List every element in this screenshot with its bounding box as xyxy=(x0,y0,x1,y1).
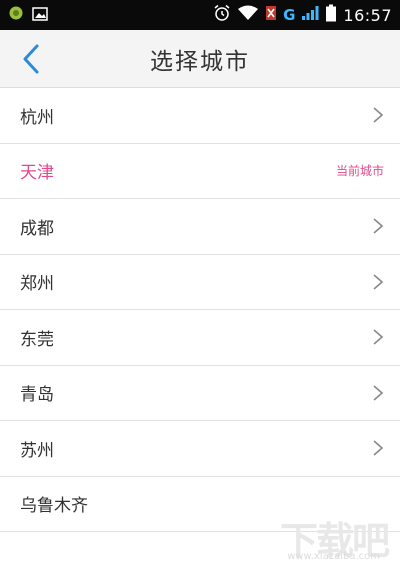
clock: 16:57 xyxy=(343,5,392,25)
city-item-qingdao[interactable]: 青岛 xyxy=(0,365,400,421)
city-item-tianjin[interactable]: 天津 当前城市 xyxy=(0,143,400,199)
chevron-right-icon xyxy=(373,218,384,234)
no-sim-icon xyxy=(265,5,277,25)
city-name: 成都 xyxy=(20,218,54,239)
city-item-suzhou[interactable]: 苏州 xyxy=(0,421,400,477)
city-name: 杭州 xyxy=(20,107,54,128)
app-circle-icon xyxy=(8,5,24,25)
wifi-icon xyxy=(237,5,259,25)
city-item-dongguan[interactable]: 东莞 xyxy=(0,310,400,366)
chevron-right-icon xyxy=(373,274,384,290)
alarm-icon xyxy=(213,4,231,26)
city-item-zhengzhou[interactable]: 郑州 xyxy=(0,254,400,310)
page-title: 选择城市 xyxy=(150,48,250,75)
chevron-right-icon xyxy=(373,329,384,345)
city-item-hangzhou[interactable]: 杭州 xyxy=(0,88,400,144)
chevron-right-icon xyxy=(373,440,384,456)
current-city-badge: 当前城市 xyxy=(335,164,384,179)
watermark-url: www.xiazaiba.com xyxy=(287,551,380,562)
watermark-logo: 下载吧 www.xiazaiba.com xyxy=(280,522,390,562)
city-name: 苏州 xyxy=(20,440,54,461)
city-name: 青岛 xyxy=(20,385,54,406)
city-list: 杭州 天津 当前城市 成都 郑州 东莞 青岛 苏州 乌鲁木齐 xyxy=(0,88,400,532)
chevron-left-icon xyxy=(23,44,39,74)
city-name: 天津 xyxy=(20,163,54,184)
title-bar: 选择城市 xyxy=(0,30,400,88)
signal-icon xyxy=(301,5,319,25)
gallery-icon xyxy=(32,6,48,25)
city-name: 东莞 xyxy=(20,329,54,350)
city-item-chengdu[interactable]: 成都 xyxy=(0,199,400,255)
city-name: 郑州 xyxy=(20,274,54,295)
back-button[interactable] xyxy=(14,42,48,76)
chevron-right-icon xyxy=(373,107,384,123)
battery-icon xyxy=(325,4,337,26)
status-bar: G 16:57 xyxy=(0,0,400,30)
chevron-right-icon xyxy=(373,385,384,401)
city-name: 乌鲁木齐 xyxy=(20,496,88,517)
network-type: G xyxy=(283,6,296,24)
